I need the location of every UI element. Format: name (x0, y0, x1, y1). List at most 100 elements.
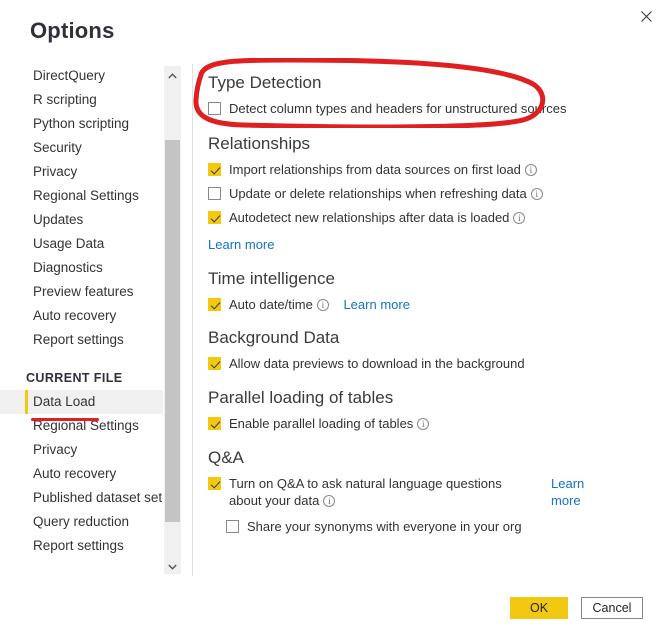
checkbox-share-synonyms[interactable] (226, 520, 239, 533)
sidebar-nav: DirectQuery R scripting Python scripting Se… (0, 64, 163, 576)
sidebar-item-label: Regional Settings (33, 188, 139, 203)
learn-more-link-qna[interactable]: Learn more (551, 475, 607, 509)
section-heading-parallel-loading: Parallel loading of tables (208, 388, 394, 407)
sidebar-item-usage-data[interactable]: Usage Data (0, 232, 163, 256)
sidebar-item-label: Report settings (33, 538, 124, 553)
sidebar-item-label: Diagnostics (33, 260, 103, 275)
option-label: Turn on Q&A to ask natural language ques… (229, 476, 502, 508)
scroll-down-button[interactable] (164, 557, 181, 574)
sidebar-item-published-dataset-set[interactable]: Published dataset set... (0, 486, 163, 510)
option-import-relationships[interactable]: Import relationships from data sources o… (208, 161, 658, 178)
sidebar-item-report-settings[interactable]: Report settings (0, 534, 163, 558)
info-icon[interactable]: i (417, 418, 430, 430)
sidebar-item-data-load[interactable]: Data Load (0, 390, 163, 414)
sidebar-scrollbar[interactable] (164, 66, 181, 574)
option-label-wrap: Turn on Q&A to ask natural language ques… (229, 475, 529, 509)
close-button[interactable] (631, 2, 661, 30)
option-label-wrap: Import relationships from data sources o… (229, 161, 537, 178)
option-label-wrap: Update or delete relationships when refr… (229, 185, 543, 202)
option-share-synonyms[interactable]: Share your synonyms with everyone in you… (226, 518, 658, 535)
option-label: Share your synonyms with everyone in you… (247, 519, 522, 534)
learn-more-link-time-intelligence[interactable]: Learn more (343, 297, 409, 312)
checkbox-enable-parallel-loading[interactable] (208, 417, 221, 430)
panel-divider (192, 64, 193, 576)
option-label: Allow data previews to download in the b… (229, 356, 525, 371)
option-label: Enable parallel loading of tables (229, 416, 414, 431)
options-dialog: Options DirectQuery R scripting Python scr… (0, 0, 667, 637)
info-icon[interactable]: i (323, 495, 336, 507)
checkbox-import-relationships[interactable] (208, 163, 221, 176)
section-heading-time-intelligence: Time intelligence (208, 269, 335, 288)
option-allow-data-previews[interactable]: Allow data previews to download in the b… (208, 355, 658, 372)
sidebar-item-auto-recovery[interactable]: Auto recovery (0, 304, 163, 328)
option-label: Auto date/time (229, 297, 313, 312)
sidebar-item-preview-features[interactable]: Preview features (0, 280, 163, 304)
scroll-up-button[interactable] (164, 66, 181, 83)
sidebar-item-query-reduction[interactable]: Query reduction (0, 510, 163, 534)
sidebar-item-label: Published dataset set... (33, 490, 163, 505)
sidebar-item-directquery[interactable]: DirectQuery (0, 64, 163, 88)
checkbox-update-delete-relationships[interactable] (208, 187, 221, 200)
sidebar-item-label: R scripting (33, 92, 97, 107)
option-turn-on-qna[interactable]: Turn on Q&A to ask natural language ques… (208, 475, 658, 509)
sidebar-item-label: Report settings (33, 332, 124, 347)
info-icon[interactable]: i (316, 299, 329, 311)
sidebar-item-label: Privacy (33, 442, 78, 457)
option-label: Import relationships from data sources o… (229, 162, 521, 177)
info-icon[interactable]: i (524, 164, 537, 176)
sidebar-item-label: Privacy (33, 164, 78, 179)
option-update-delete-relationships[interactable]: Update or delete relationships when refr… (208, 185, 658, 202)
option-label-wrap: Auto date/time i Learn more (229, 296, 410, 313)
annotation-underline (31, 418, 99, 421)
sidebar-item-label: Python scripting (33, 116, 130, 131)
sidebar-item-label: Usage Data (33, 236, 105, 251)
close-icon (640, 10, 652, 22)
learn-more-line-1: Learn (551, 476, 585, 491)
section-heading-qna: Q&A (208, 448, 244, 467)
cancel-button[interactable]: Cancel (581, 597, 643, 619)
checkbox-autodetect-relationships[interactable] (208, 211, 221, 224)
option-autodetect-relationships[interactable]: Autodetect new relationships after data … (208, 209, 658, 226)
sidebar-item-auto-recovery[interactable]: Auto recovery (0, 462, 163, 486)
info-icon[interactable]: i (530, 188, 543, 200)
checkbox-detect-column-types[interactable] (208, 102, 221, 115)
ok-button[interactable]: OK (510, 597, 568, 619)
checkbox-turn-on-qna[interactable] (208, 477, 221, 490)
info-icon[interactable]: i (513, 212, 526, 224)
checkbox-allow-data-previews[interactable] (208, 357, 221, 370)
section-heading-relationships: Relationships (208, 134, 311, 153)
sidebar-item-r-scripting[interactable]: R scripting (0, 88, 163, 112)
page-title: Options (30, 18, 115, 43)
sidebar-item-report-settings[interactable]: Report settings (0, 328, 163, 352)
section-heading-background-data: Background Data (208, 328, 340, 347)
sidebar-item-label: Auto recovery (33, 308, 117, 323)
sidebar-item-diagnostics[interactable]: Diagnostics (0, 256, 163, 280)
option-detect-column-types[interactable]: Detect column types and headers for unst… (208, 100, 658, 117)
sidebar-item-label: Auto recovery (33, 466, 117, 481)
sidebar-item-label: Query reduction (33, 514, 130, 529)
sidebar-global-section: DirectQuery R scripting Python scripting Se… (0, 64, 163, 352)
learn-more-line-2: more (551, 493, 581, 508)
sidebar-item-security[interactable]: Security (0, 136, 163, 160)
sidebar-item-label: Data Load (33, 394, 96, 409)
sidebar-item-label: DirectQuery (33, 68, 106, 83)
sidebar-item-label: Updates (33, 212, 84, 227)
section-heading-type-detection: Type Detection (208, 73, 322, 92)
option-enable-parallel-loading[interactable]: Enable parallel loading of tables i (208, 415, 658, 432)
sidebar-item-privacy[interactable]: Privacy (0, 160, 163, 184)
scroll-thumb[interactable] (165, 140, 180, 522)
sidebar-item-label: Preview features (33, 284, 134, 299)
sidebar-item-label: Security (33, 140, 82, 155)
learn-more-link-relationships[interactable]: Learn more (208, 237, 274, 252)
option-label-wrap: Autodetect new relationships after data … (229, 209, 526, 226)
sidebar-item-privacy[interactable]: Privacy (0, 438, 163, 462)
sidebar-item-regional-settings[interactable]: Regional Settings (0, 184, 163, 208)
sidebar-item-python-scripting[interactable]: Python scripting (0, 112, 163, 136)
sidebar-item-updates[interactable]: Updates (0, 208, 163, 232)
settings-panel: Type Detection Detect column types and h… (208, 64, 658, 576)
chevron-down-icon (168, 557, 177, 575)
checkbox-auto-date-time[interactable] (208, 298, 221, 311)
option-auto-date-time[interactable]: Auto date/time i Learn more (208, 296, 658, 313)
option-label-wrap: Enable parallel loading of tables i (229, 415, 430, 432)
